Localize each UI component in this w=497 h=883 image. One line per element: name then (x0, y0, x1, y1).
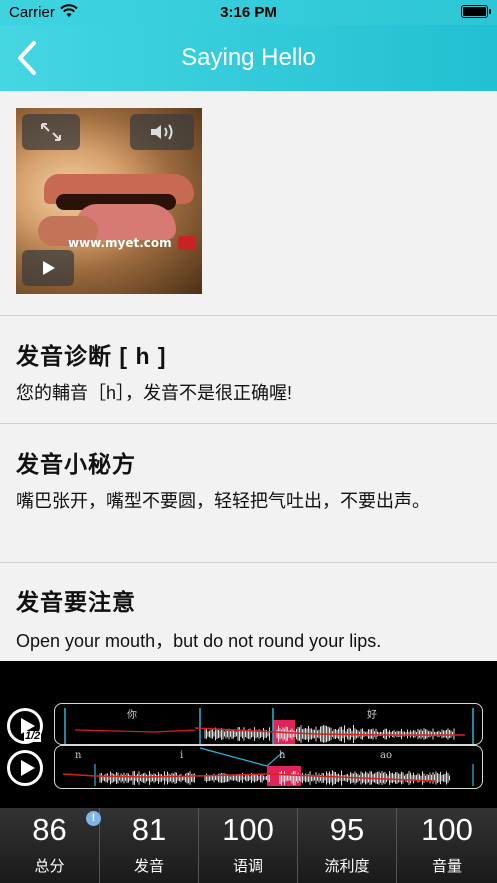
score-value: 95 (329, 812, 365, 847)
score-value: 81 (131, 812, 167, 847)
battery-icon (461, 5, 491, 18)
play-recording-button[interactable] (7, 750, 43, 786)
status-time: 3:16 PM (220, 4, 277, 21)
score-label: 音量 (431, 858, 462, 875)
video-watermark: www.myet.com (68, 236, 172, 250)
speaker-icon[interactable] (130, 114, 194, 150)
score-total[interactable]: 86 总分 ! (0, 808, 101, 883)
score-label: 流利度 (324, 858, 370, 875)
user-waveform[interactable]: n i h ao (54, 745, 483, 789)
reference-waveform-graphic: 你 好 (64, 708, 474, 744)
play-icon[interactable] (22, 250, 74, 286)
score-bar: 86 总分 ! 81 发音 100 语调 95 流利度 100 音量 (0, 808, 497, 883)
page-title: Saying Hello (181, 44, 316, 71)
waveform-panel: 1/2 你 好 n i h ao (0, 700, 497, 808)
content-panel: www.myet.com 发音诊断 [ h ] 您的輔音［h］，发音不是很正确喔… (0, 91, 497, 661)
phoneme-label-ao: ao (380, 750, 392, 761)
section-body-notes: Open your mouth，but do not round your li… (16, 631, 382, 651)
play-icon (21, 760, 35, 776)
score-label: 发音 (133, 858, 164, 875)
section-heading-diagnosis: 发音诊断 [ h ] (16, 343, 167, 369)
score-value: 100 (222, 812, 274, 847)
reference-waveform[interactable]: 你 好 (54, 703, 483, 745)
score-label: 总分 (34, 858, 65, 875)
score-label: 语调 (232, 858, 263, 875)
phoneme-label-h: h (279, 750, 286, 761)
section-body-tips: 嘴巴张开，嘴型不要圆，轻轻把气吐出，不要出声。 (16, 491, 430, 511)
section-heading-tips: 发音小秘方 (16, 451, 136, 477)
score-volume[interactable]: 100 音量 (397, 808, 497, 883)
section-divider (0, 315, 497, 316)
word-label-hao: 好 (367, 709, 377, 721)
score-pronunciation[interactable]: 81 发音 (100, 808, 199, 883)
section-divider (0, 562, 497, 563)
nav-bar: Saying Hello (0, 25, 497, 91)
section-heading-notes: 发音要注意 (16, 589, 136, 615)
speed-label: 1/2 (24, 730, 42, 742)
pronunciation-video[interactable]: www.myet.com (16, 108, 202, 294)
word-label-ni: 你 (127, 708, 137, 721)
play-slow-button[interactable]: 1/2 (7, 708, 43, 744)
section-body-diagnosis: 您的輔音［h］，发音不是很正确喔! (16, 383, 293, 403)
score-intonation[interactable]: 100 语调 (199, 808, 298, 883)
section-divider (0, 423, 497, 424)
status-bar: Carrier 3:16 PM (0, 0, 497, 25)
user-waveform-graphic: n i h ao (62, 747, 474, 786)
phoneme-label-n: n (75, 750, 82, 761)
score-fluency[interactable]: 95 流利度 (298, 808, 397, 883)
watermark-logo-icon (178, 236, 196, 250)
phoneme-label-i: i (180, 750, 183, 761)
score-value: 100 (421, 812, 473, 847)
expand-icon[interactable] (22, 114, 80, 150)
info-icon[interactable]: ! (86, 811, 101, 826)
score-value: 86 (32, 812, 67, 847)
